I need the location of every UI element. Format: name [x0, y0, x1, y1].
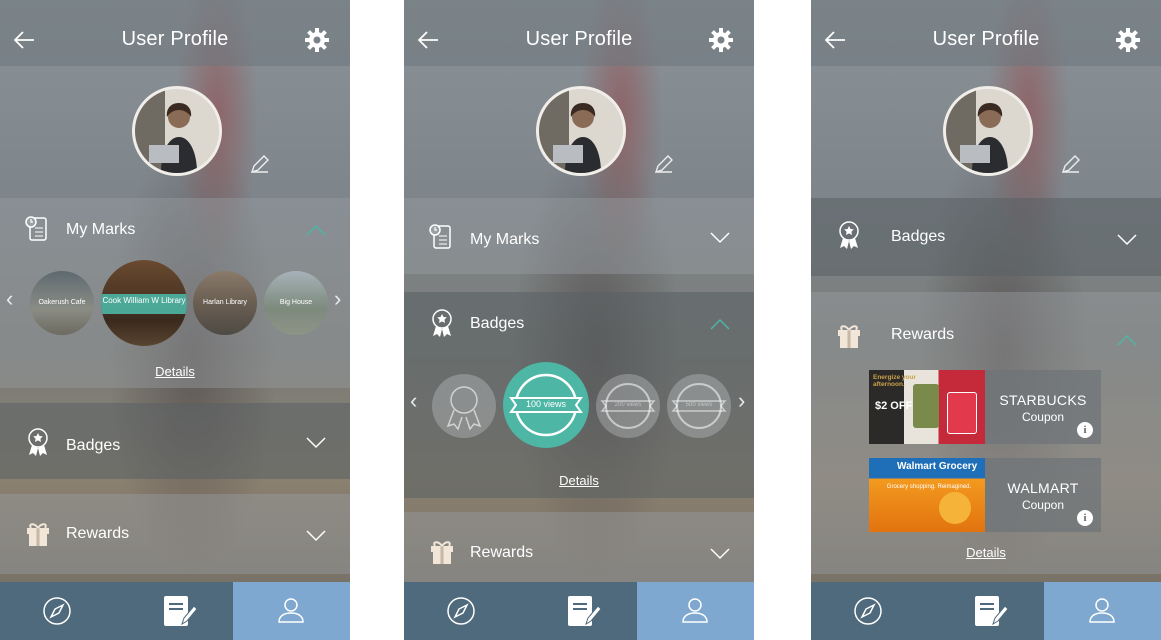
carousel-prev-icon[interactable]: ‹ — [410, 388, 417, 414]
page-title: User Profile — [932, 28, 1040, 50]
badge-item-selected[interactable]: 100 views — [503, 362, 589, 448]
rewards-label[interactable]: Rewards — [891, 326, 954, 344]
rewards-section[interactable]: Rewards — [0, 494, 350, 574]
details-link[interactable]: Details — [811, 545, 1161, 560]
notebook-icon[interactable] — [162, 594, 198, 628]
badges-section: Badges ‹ 100 views 200 views 500 views ›… — [404, 292, 754, 498]
carousel-prev-icon[interactable]: ‹ — [6, 286, 13, 312]
badges-section[interactable]: Badges — [811, 198, 1161, 276]
details-link[interactable]: Details — [0, 364, 350, 379]
avatar[interactable] — [943, 86, 1033, 176]
coupon-card-starbucks[interactable]: Energize your afternoon. $2 OFF STARBUCK… — [869, 370, 1101, 444]
pencil-icon[interactable] — [249, 153, 271, 175]
pencil-icon[interactable] — [653, 153, 675, 175]
notebook-icon[interactable] — [973, 594, 1009, 628]
rewards-label: Rewards — [470, 544, 534, 561]
badge-icon — [432, 309, 452, 337]
bottom-nav — [404, 582, 754, 640]
badge-icon — [28, 428, 48, 456]
chevron-up-icon[interactable] — [1117, 334, 1137, 346]
screen-badges: User Profile My Marks Badges ‹ 100 views… — [404, 0, 754, 640]
gear-icon[interactable] — [304, 27, 330, 53]
my-marks-label[interactable]: My Marks — [66, 221, 135, 239]
mark-item-selected[interactable]: Cook William W Library — [101, 260, 187, 346]
gift-icon — [431, 541, 453, 564]
pencil-icon[interactable] — [1060, 153, 1082, 175]
badges-label[interactable]: Badges — [470, 315, 524, 333]
mark-item[interactable]: Big House — [264, 271, 328, 335]
compass-icon[interactable] — [446, 596, 476, 626]
chevron-down-icon[interactable] — [710, 232, 730, 244]
top-bar: User Profile — [404, 0, 754, 66]
chevron-down-icon[interactable] — [710, 548, 730, 560]
notebook-clock-icon — [25, 216, 47, 241]
coupon-card-walmart[interactable]: Walmart Grocery Grocery shopping. Reimag… — [869, 458, 1101, 532]
badges-label: Badges — [891, 228, 946, 245]
badge-item[interactable]: 200 views — [596, 374, 660, 438]
carousel-next-icon[interactable]: › — [738, 388, 745, 414]
top-bar: User Profile — [811, 0, 1161, 66]
user-icon[interactable] — [277, 596, 305, 624]
coupon-brand: WALMART — [1007, 480, 1079, 496]
coupon-brand: STARBUCKS — [999, 392, 1087, 408]
gear-icon[interactable] — [708, 27, 734, 53]
my-marks-section: My Marks ‹ Oakerush Cafe Cook William W … — [0, 198, 350, 388]
page-title: User Profile — [121, 28, 229, 50]
badge-item[interactable] — [432, 374, 496, 438]
walmart-ad-image: Walmart Grocery Grocery shopping. Reimag… — [869, 458, 985, 532]
page-title: User Profile — [525, 28, 633, 50]
starbucks-ad-image: Energize your afternoon. $2 OFF — [869, 370, 985, 444]
user-icon[interactable] — [681, 596, 709, 624]
bottom-nav — [811, 582, 1161, 640]
carousel-next-icon[interactable]: › — [334, 286, 341, 312]
badge-item[interactable]: 500 views — [667, 374, 731, 438]
my-marks-label: My Marks — [470, 231, 540, 248]
screen-rewards: User Profile Badges Rewards Energize you… — [811, 0, 1161, 640]
badge-icon — [839, 221, 859, 249]
mark-item[interactable]: Harlan Library — [193, 271, 257, 335]
gift-icon — [27, 523, 49, 546]
badges-section[interactable]: Badges — [0, 403, 350, 479]
gear-icon[interactable] — [1115, 27, 1141, 53]
compass-icon[interactable] — [853, 596, 883, 626]
avatar[interactable] — [536, 86, 626, 176]
avatar[interactable] — [132, 86, 222, 176]
compass-icon[interactable] — [42, 596, 72, 626]
top-bar: User Profile — [0, 0, 350, 66]
screen-my-marks: User Profile My Marks ‹ Oakerush Cafe Co… — [0, 0, 350, 640]
my-marks-section[interactable]: My Marks — [404, 198, 754, 274]
notebook-icon[interactable] — [566, 594, 602, 628]
info-icon[interactable]: i — [1077, 422, 1093, 438]
notebook-clock-icon — [429, 224, 451, 249]
chevron-down-icon[interactable] — [306, 530, 326, 542]
chevron-up-icon[interactable] — [306, 224, 326, 236]
rewards-section: Rewards Energize your afternoon. $2 OFF … — [811, 292, 1161, 574]
chevron-down-icon[interactable] — [306, 437, 326, 449]
info-icon[interactable]: i — [1077, 510, 1093, 526]
rewards-section[interactable]: Rewards — [404, 512, 754, 582]
mark-item[interactable]: Oakerush Cafe — [30, 271, 94, 335]
chevron-down-icon[interactable] — [1117, 234, 1137, 246]
rewards-label: Rewards — [66, 525, 130, 542]
bottom-nav — [0, 582, 350, 640]
gift-icon — [838, 325, 860, 348]
details-link[interactable]: Details — [404, 473, 754, 488]
chevron-up-icon[interactable] — [710, 318, 730, 330]
user-icon[interactable] — [1088, 596, 1116, 624]
badges-label: Badges — [66, 437, 121, 454]
